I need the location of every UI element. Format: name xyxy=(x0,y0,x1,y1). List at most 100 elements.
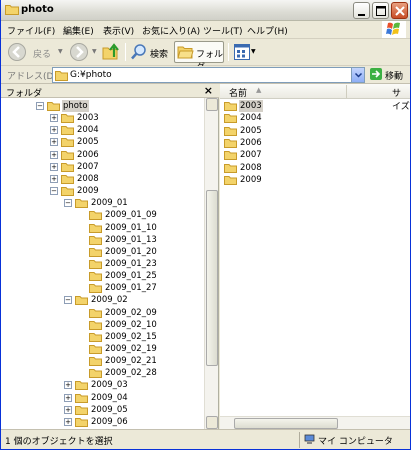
menu-tools[interactable]: ツール(T) xyxy=(203,24,243,37)
file-list-item[interactable]: 2008 xyxy=(222,162,342,174)
tree-item[interactable]: 2009_01_25 xyxy=(1,270,201,282)
menu-help[interactable]: ヘルプ(H) xyxy=(247,24,288,37)
tree-item[interactable]: +2009_06 xyxy=(1,416,201,428)
expand-icon[interactable]: + xyxy=(50,150,58,159)
title-bar[interactable]: photo xyxy=(1,0,410,21)
tree-item[interactable]: +2009_03 xyxy=(1,379,201,391)
tree-item-label: 2009_04 xyxy=(91,392,128,403)
tree-item[interactable]: − 2009 xyxy=(1,185,201,197)
tree-item[interactable]: − 2009_01 xyxy=(1,197,201,209)
forward-arrow-icon xyxy=(70,43,88,61)
file-list-item[interactable]: 2004 xyxy=(222,112,342,124)
tree-item[interactable]: 2009_01_10 xyxy=(1,222,201,234)
back-button[interactable]: 戻る xyxy=(5,41,55,63)
minimize-button[interactable] xyxy=(353,2,370,19)
folders-button[interactable]: フォルダ xyxy=(174,41,224,73)
tree-item[interactable]: 2009_01_13 xyxy=(1,234,201,246)
tree-item-label: 2009_01_23 xyxy=(105,258,157,269)
tree-item[interactable]: +2009_05 xyxy=(1,404,201,416)
views-button[interactable]: ▼ xyxy=(233,41,259,63)
menu-bar: ファイル(F) 編集(E) 表示(V) お気に入り(A) ツール(T) ヘルプ(… xyxy=(1,21,410,39)
column-divider[interactable] xyxy=(346,85,347,98)
tree-item-label: photo xyxy=(62,100,89,112)
tree-item-label: 2009_01_27 xyxy=(105,283,157,294)
expand-icon[interactable]: + xyxy=(64,393,72,402)
collapse-icon[interactable]: − xyxy=(64,199,72,208)
maximize-button[interactable] xyxy=(372,2,389,19)
column-name-header[interactable]: 名前 xyxy=(229,86,247,99)
tree-item[interactable]: 2009_02_21 xyxy=(1,355,201,367)
forward-button[interactable] xyxy=(68,41,90,63)
scroll-down-button[interactable] xyxy=(206,416,218,429)
folder-icon xyxy=(89,272,102,282)
views-icon xyxy=(234,44,250,60)
address-input[interactable]: G:¥photo xyxy=(52,67,365,83)
address-dropdown-button[interactable] xyxy=(351,68,364,82)
tree-item[interactable]: +2009_04 xyxy=(1,392,201,404)
tree-item-label: 2009_05 xyxy=(91,404,128,415)
go-button[interactable] xyxy=(370,68,382,80)
folder-pane-close-icon[interactable]: × xyxy=(204,84,213,97)
tree-item[interactable]: +2007 xyxy=(1,161,201,173)
expand-icon[interactable]: + xyxy=(50,162,58,171)
tree-item[interactable]: 2009_02_19 xyxy=(1,343,201,355)
file-list-item[interactable]: 2003 xyxy=(222,100,342,112)
tree-item[interactable]: +2004 xyxy=(1,124,201,136)
expand-icon[interactable]: + xyxy=(50,126,58,135)
expand-icon[interactable]: + xyxy=(50,174,58,183)
collapse-icon[interactable]: − xyxy=(50,187,58,196)
close-button[interactable] xyxy=(391,2,408,19)
tree-item[interactable]: 2009_02_28 xyxy=(1,367,201,379)
folder-icon xyxy=(224,163,237,173)
tree-item[interactable]: +2008 xyxy=(1,173,201,185)
folder-pane: フォルダ × − photo +2003 +2004 +2005 +2006 +2007 +2… xyxy=(1,84,219,429)
scroll-up-button[interactable] xyxy=(206,98,218,111)
file-list-item[interactable]: 2006 xyxy=(222,137,342,149)
scrollbar-thumb[interactable] xyxy=(206,190,218,366)
menu-edit[interactable]: 編集(E) xyxy=(63,24,94,37)
tree-item[interactable]: +2003 xyxy=(1,112,201,124)
folder-icon xyxy=(61,150,74,160)
tree-item-label: 2009_01_13 xyxy=(105,234,157,245)
file-list-item[interactable]: 2009 xyxy=(222,174,342,186)
tree-item[interactable]: 2009_02_09 xyxy=(1,307,201,319)
file-list-item[interactable]: 2005 xyxy=(222,125,342,137)
tree-item[interactable]: 2009_02_10 xyxy=(1,319,201,331)
tree-item[interactable]: +2005 xyxy=(1,136,201,148)
tree-item[interactable]: − photo xyxy=(1,100,201,112)
up-folder-button[interactable] xyxy=(102,41,122,63)
tree-item[interactable]: − 2009_02 xyxy=(1,294,201,306)
collapse-icon[interactable]: − xyxy=(64,296,72,305)
menu-file[interactable]: ファイル(F) xyxy=(7,24,55,37)
vertical-scrollbar[interactable] xyxy=(204,98,218,429)
expand-icon[interactable]: + xyxy=(50,114,58,123)
menu-view[interactable]: 表示(V) xyxy=(103,24,134,37)
toolbar: 戻る ▼ ▼ 検索 フォル ▼ xyxy=(1,39,410,73)
back-dropdown-icon[interactable]: ▼ xyxy=(58,48,63,55)
status-bar: 1 個のオブジェクトを選択 マイ コンピュータ xyxy=(1,429,410,449)
tree-item[interactable]: +2006 xyxy=(1,149,201,161)
close-icon xyxy=(395,6,405,16)
horizontal-scrollbar[interactable] xyxy=(220,416,410,429)
tree-item[interactable]: 2009_01_20 xyxy=(1,246,201,258)
folder-icon xyxy=(89,223,102,233)
tree-item[interactable]: 2009_01_09 xyxy=(1,209,201,221)
scrollbar-thumb[interactable] xyxy=(234,418,338,429)
expand-icon[interactable]: + xyxy=(64,417,72,426)
file-name: 2007 xyxy=(240,150,262,161)
expand-icon[interactable]: + xyxy=(64,381,72,390)
file-list-item[interactable]: 2007 xyxy=(222,149,342,161)
expand-icon[interactable]: + xyxy=(50,138,58,147)
forward-dropdown-icon[interactable]: ▼ xyxy=(92,48,97,55)
search-button[interactable]: 検索 xyxy=(129,41,171,63)
tree-item[interactable]: 2009_01_23 xyxy=(1,258,201,270)
expand-icon[interactable]: + xyxy=(64,405,72,414)
collapse-icon[interactable]: − xyxy=(36,102,44,110)
folder-tree: − photo +2003 +2004 +2005 +2006 +2007 +2008−200… xyxy=(1,98,205,429)
tree-item[interactable]: 2009_01_27 xyxy=(1,282,201,294)
tree-item[interactable]: 2009_02_15 xyxy=(1,331,201,343)
folder-icon xyxy=(224,114,237,124)
go-label[interactable]: 移動 xyxy=(385,69,403,82)
column-size-header[interactable]: サイズ xyxy=(392,86,410,112)
menu-favorites[interactable]: お気に入り(A) xyxy=(142,24,200,37)
